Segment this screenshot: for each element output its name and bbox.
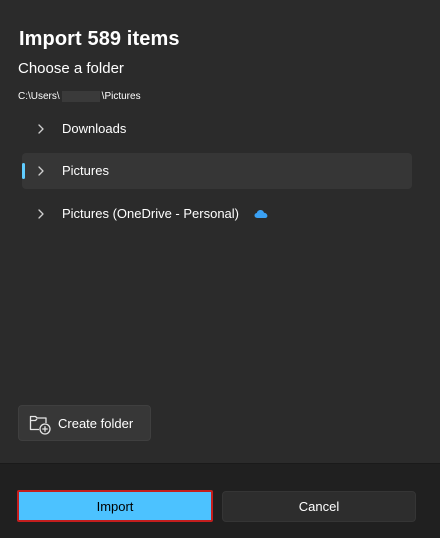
new-folder-icon [29,415,51,435]
import-dialog: Import 589 items Choose a folder C:\User… [0,0,440,538]
tree-item-pictures-onedrive[interactable]: Pictures (OneDrive - Personal) [22,196,412,232]
cancel-button[interactable]: Cancel [222,491,416,522]
tree-item-pictures[interactable]: Pictures [22,153,412,189]
tree-item-label: Pictures [62,163,109,178]
redacted-username [61,91,100,102]
path-prefix: C:\Users\ [18,91,60,102]
dialog-subtitle: Choose a folder [18,60,124,77]
dialog-footer: Import Cancel [0,463,440,538]
tree-item-label: Downloads [62,121,127,136]
create-folder-label: Create folder [58,416,134,431]
tree-item-downloads[interactable]: Downloads [22,111,412,147]
path-suffix: \Pictures [101,91,141,102]
import-button[interactable]: Import [17,490,213,522]
chevron-right-icon[interactable] [36,165,46,177]
chevron-right-icon[interactable] [36,123,46,135]
onedrive-cloud-icon [254,210,268,218]
create-folder-button[interactable]: Create folder [18,405,151,441]
dialog-title: Import 589 items [19,28,180,50]
tree-item-label: Pictures (OneDrive - Personal) [62,206,239,221]
current-path: C:\Users\ \Pictures [18,91,141,102]
chevron-right-icon[interactable] [36,208,46,220]
selection-indicator [22,163,25,179]
